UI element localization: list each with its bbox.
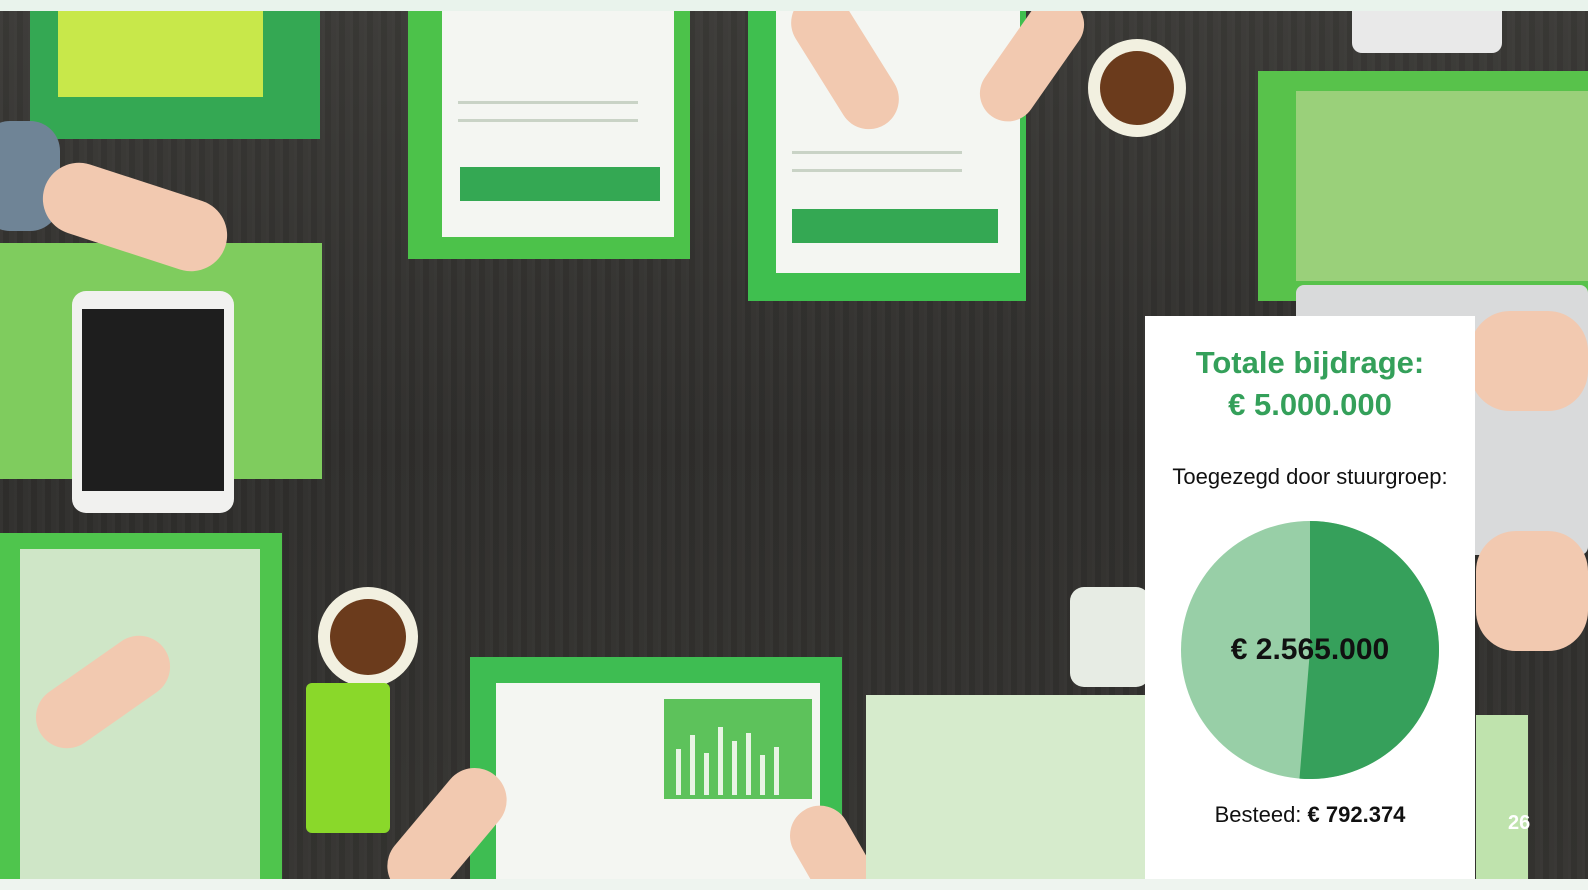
green-card bbox=[58, 11, 263, 97]
spent-value: € 792.374 bbox=[1307, 802, 1406, 827]
bottom-strip bbox=[0, 879, 1588, 890]
phone bbox=[1352, 11, 1502, 53]
report-paper bbox=[1476, 715, 1528, 879]
report-banner bbox=[460, 167, 660, 201]
total-contribution-label: Totale bijdrage: bbox=[1195, 345, 1425, 380]
budget-title: Totale bijdrage: € 5.000.000 bbox=[1145, 342, 1475, 426]
committed-label: Toegezegd door stuurgroep: bbox=[1172, 464, 1448, 489]
text-line bbox=[792, 151, 962, 154]
chart-bar bbox=[718, 727, 723, 795]
spent-label: Besteed: bbox=[1214, 802, 1302, 827]
text-line bbox=[792, 169, 962, 172]
tablet-screen bbox=[82, 309, 224, 491]
report-paper bbox=[1296, 91, 1588, 281]
report-paper bbox=[866, 695, 1156, 879]
chart-bar bbox=[746, 733, 751, 795]
chart-bar bbox=[760, 755, 765, 795]
chart-bar bbox=[690, 735, 695, 795]
chart-bar bbox=[676, 749, 681, 795]
top-strip bbox=[0, 0, 1588, 11]
tea bbox=[330, 599, 406, 675]
total-contribution-value: € 5.000.000 bbox=[1228, 387, 1392, 422]
spent-line: Besteed: € 792.374 bbox=[1145, 802, 1475, 828]
hand bbox=[1476, 531, 1588, 651]
report-paper bbox=[442, 11, 674, 237]
tea bbox=[1100, 51, 1174, 125]
hand bbox=[1470, 311, 1588, 411]
chart-bar bbox=[704, 753, 709, 795]
pie-value-label: € 2.565.000 bbox=[1230, 633, 1390, 666]
text-line bbox=[458, 101, 638, 104]
text-line bbox=[458, 119, 638, 122]
pen-holder bbox=[1070, 587, 1150, 687]
committed-pie-chart: € 2.565.000 bbox=[1180, 520, 1440, 780]
phone-case bbox=[306, 683, 390, 833]
page-number: 26 bbox=[1508, 812, 1531, 834]
chart-bar bbox=[774, 747, 779, 795]
report-banner bbox=[792, 209, 998, 243]
report-banner bbox=[664, 699, 812, 799]
chart-bar bbox=[732, 741, 737, 795]
budget-card: Totale bijdrage: € 5.000.000 Toegezegd d… bbox=[1145, 316, 1475, 879]
